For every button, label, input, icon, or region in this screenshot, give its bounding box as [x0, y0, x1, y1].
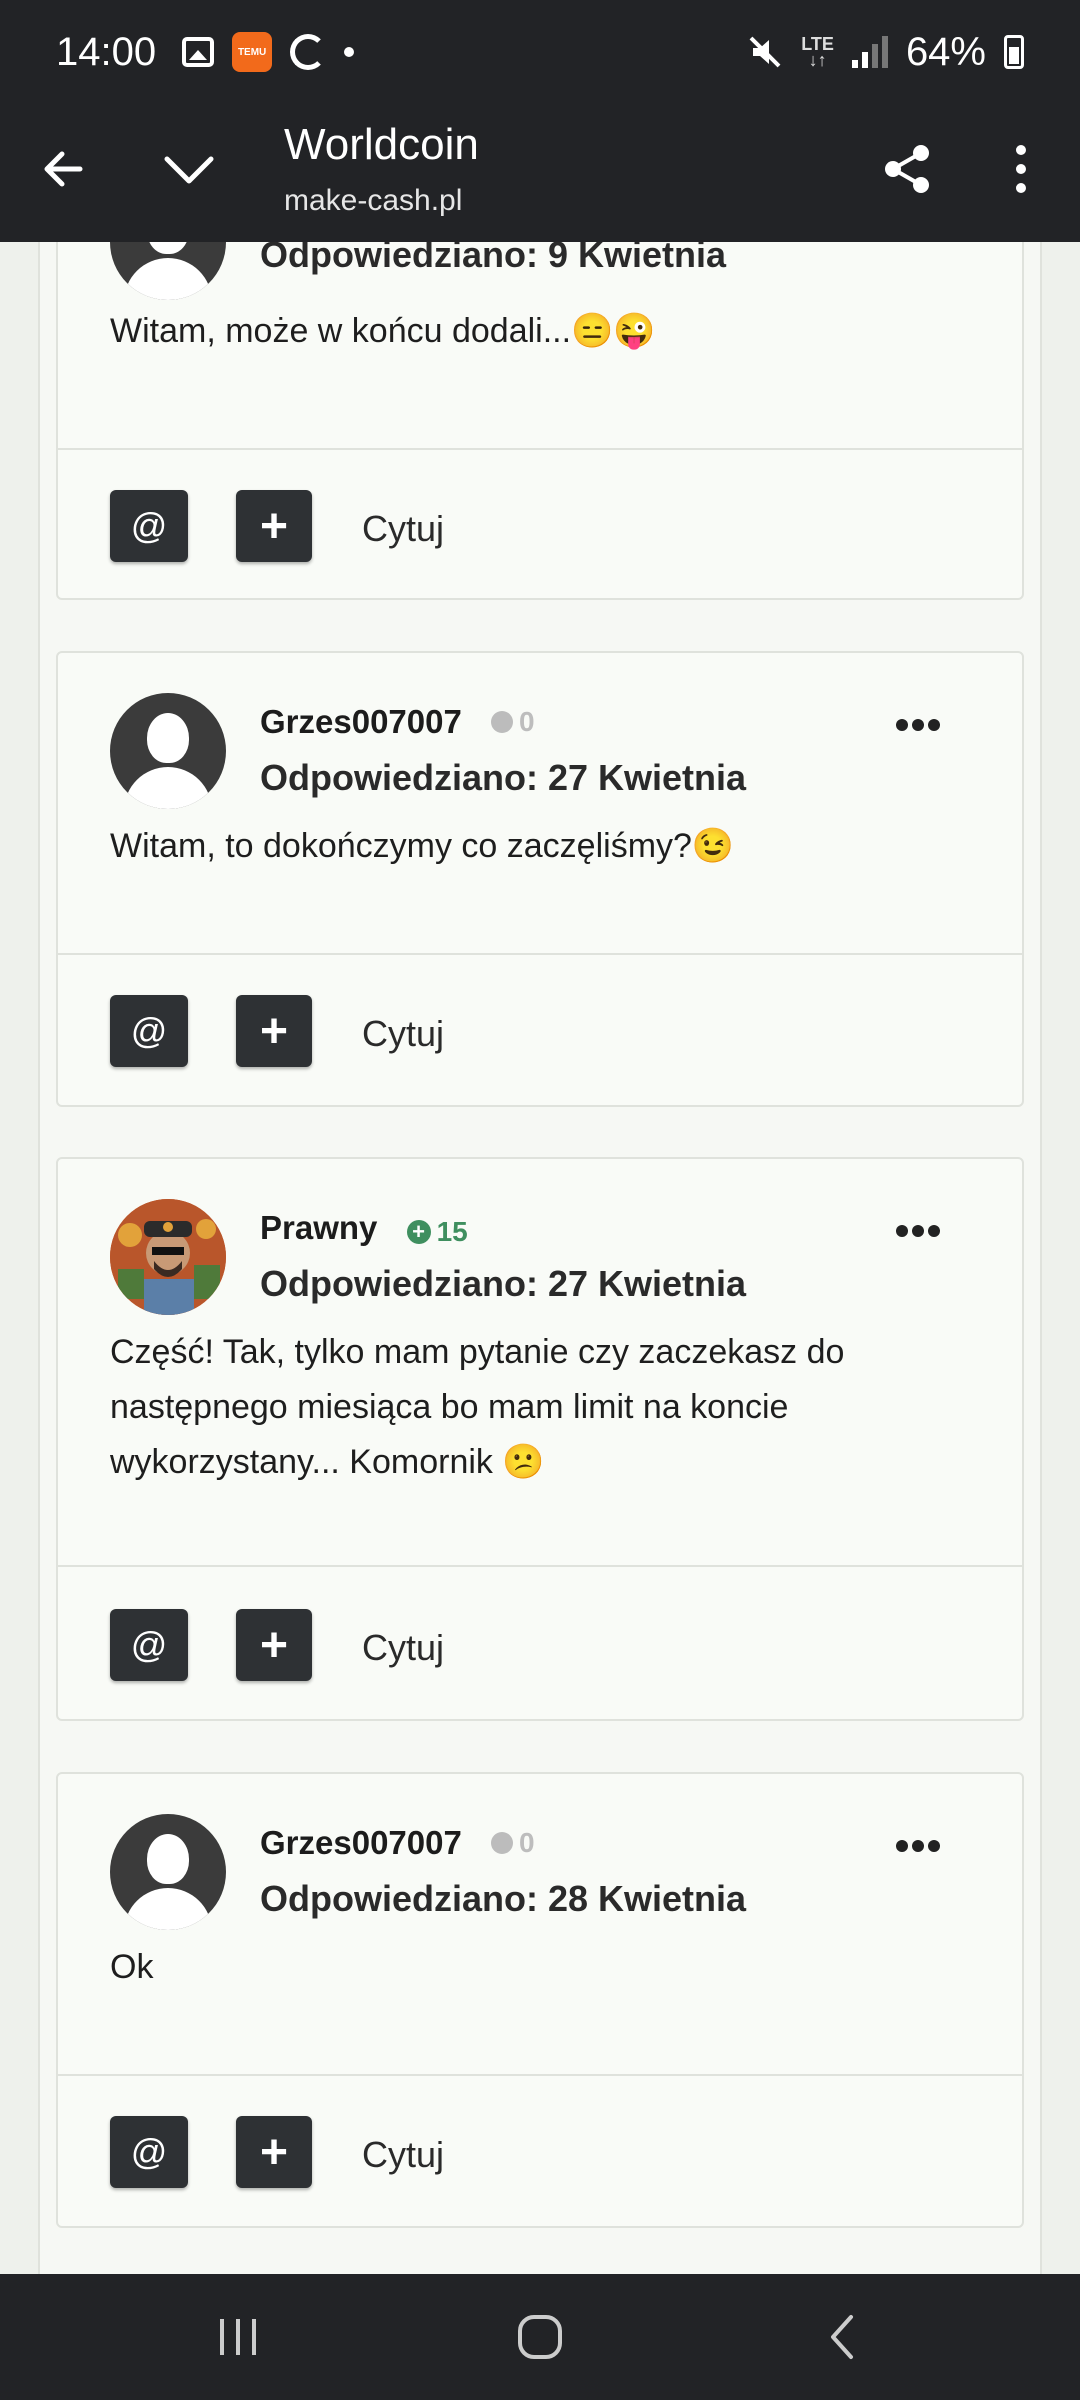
page-title: Worldcoin: [284, 120, 479, 169]
quote-button[interactable]: Cytuj: [362, 1013, 444, 1055]
battery-percent: 64%: [905, 29, 986, 74]
page-url: make-cash.pl: [284, 184, 463, 217]
reputation-badge: +15: [406, 1216, 468, 1248]
reputation-badge: 0: [491, 706, 535, 738]
default-avatar-icon[interactable]: [110, 242, 226, 300]
status-bar: 14:00 TEMU LTE ↓↑ 64%: [0, 0, 1080, 104]
more-notifications-icon: [344, 47, 355, 57]
forum-post: Grzes007007 0 Odpowiedziano: 27 Kwietnia…: [56, 651, 1024, 1107]
home-icon[interactable]: [500, 2304, 580, 2370]
mention-button[interactable]: @: [110, 1609, 188, 1681]
battery-icon: [1004, 35, 1024, 69]
quote-button[interactable]: Cytuj: [362, 508, 444, 550]
neutral-reputation-icon: [491, 711, 514, 733]
status-time: 14:00: [56, 29, 157, 74]
post-date: Odpowiedziano: 28 Kwietnia: [260, 1878, 747, 1919]
post-text: Witam, może w końcu dodali...😑😜: [110, 312, 656, 350]
post-date: Odpowiedziano: 9 Kwietnia: [260, 242, 727, 275]
reputation-badge: 0: [491, 1827, 535, 1859]
positive-reputation-icon: +: [406, 1220, 431, 1244]
system-nav-bar: [0, 2274, 1080, 2400]
add-reputation-button[interactable]: +: [236, 1609, 312, 1681]
mention-button[interactable]: @: [110, 995, 188, 1067]
post-author[interactable]: Grzes007007 0: [260, 1824, 535, 1862]
post-divider: [58, 2074, 1022, 2076]
forum-post: Prawny +15 Odpowiedziano: 27 Kwietnia Cz…: [56, 1157, 1024, 1721]
mute-icon: [749, 36, 781, 68]
post-date: Odpowiedziano: 27 Kwietnia: [260, 1263, 747, 1304]
gallery-notification-icon: [182, 37, 215, 67]
bitcoin-man-avatar[interactable]: [110, 1199, 226, 1315]
share-icon[interactable]: [862, 124, 952, 214]
sync-notification-icon: [290, 34, 327, 70]
add-reputation-button[interactable]: +: [236, 490, 312, 562]
post-options-icon[interactable]: [896, 718, 940, 732]
quote-button[interactable]: Cytuj: [362, 1627, 444, 1669]
username[interactable]: Prawny: [260, 1209, 377, 1246]
username[interactable]: Grzes007007: [260, 703, 462, 740]
default-avatar-icon[interactable]: [110, 693, 226, 809]
temu-label: TEMU: [237, 46, 267, 58]
forum-post: Odpowiedziano: 9 Kwietnia Witam, może w …: [56, 242, 1024, 600]
username[interactable]: Grzes007007: [260, 1824, 462, 1861]
mention-button[interactable]: @: [110, 2116, 188, 2188]
back-arrow-icon[interactable]: [18, 124, 108, 214]
add-reputation-button[interactable]: +: [236, 2116, 312, 2188]
post-author[interactable]: Prawny +15: [260, 1209, 468, 1248]
post-options-icon[interactable]: [896, 1839, 940, 1853]
post-divider: [58, 1565, 1022, 1567]
mention-button[interactable]: @: [110, 490, 188, 562]
add-reputation-button[interactable]: +: [236, 995, 312, 1067]
forum-thread: Odpowiedziano: 9 Kwietnia Witam, może w …: [0, 242, 1080, 2274]
post-text: Część! Tak, tylko mam pytanie czy zaczek…: [110, 1333, 845, 1481]
recent-apps-icon[interactable]: [198, 2304, 278, 2370]
post-options-icon[interactable]: [896, 1224, 940, 1238]
lte-icon: LTE ↓↑: [801, 34, 834, 70]
temu-notification-icon: TEMU: [232, 32, 273, 72]
browser-app-bar: Worldcoin make-cash.pl: [0, 104, 1080, 242]
post-divider: [58, 953, 1022, 955]
neutral-reputation-icon: [491, 1832, 514, 1854]
default-avatar-icon[interactable]: [110, 1814, 226, 1930]
post-author[interactable]: Grzes007007 0: [260, 703, 535, 741]
forum-post: Grzes007007 0 Odpowiedziano: 28 Kwietnia…: [56, 1772, 1024, 2228]
post-divider: [58, 448, 1022, 450]
quote-button[interactable]: Cytuj: [362, 2134, 444, 2176]
signal-icon: [851, 36, 888, 68]
more-vert-icon[interactable]: [976, 124, 1066, 214]
post-text: Witam, to dokończymy co zaczęliśmy?😉: [110, 827, 735, 865]
post-text: Ok: [110, 1948, 154, 1986]
back-nav-icon[interactable]: [802, 2304, 882, 2370]
post-date: Odpowiedziano: 27 Kwietnia: [260, 757, 747, 798]
chevron-down-icon[interactable]: [144, 124, 234, 214]
